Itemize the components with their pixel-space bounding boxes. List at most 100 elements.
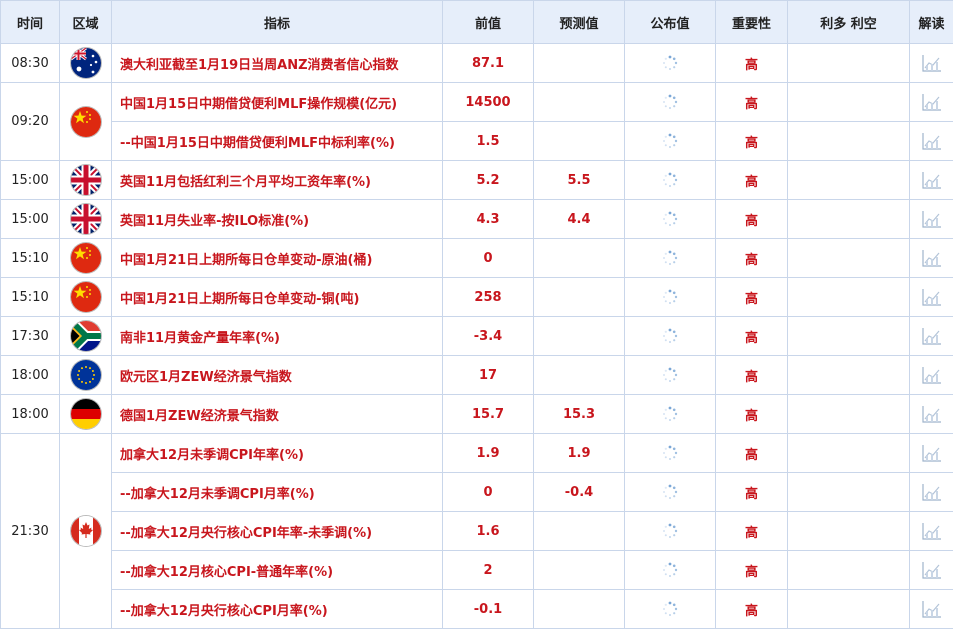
loading-spinner-icon — [662, 133, 678, 149]
chart-analysis-icon[interactable] — [922, 54, 942, 72]
analysis-cell[interactable] — [910, 590, 953, 629]
event-time: 15:10 — [1, 278, 60, 317]
event-time: 15:00 — [1, 200, 60, 239]
indicator-name[interactable]: 中国1月21日上期所每日仓单变动-原油(桶) — [112, 239, 443, 278]
analysis-cell[interactable] — [910, 551, 953, 590]
actual-value-cell — [625, 473, 716, 512]
indicator-name[interactable]: 中国1月15日中期借贷便利MLF操作规模(亿元) — [112, 83, 443, 122]
header-row: 时间 区域 指标 前值 预测值 公布值 重要性 利多 利空 解读 — [1, 1, 953, 44]
australia-flag-icon — [71, 48, 101, 78]
importance-level: 高 — [716, 551, 788, 590]
importance-level: 高 — [716, 161, 788, 200]
bull-bear-cell — [788, 317, 910, 356]
analysis-cell[interactable] — [910, 161, 953, 200]
chart-analysis-icon[interactable] — [922, 405, 942, 423]
analysis-cell[interactable] — [910, 83, 953, 122]
chart-analysis-icon[interactable] — [922, 483, 942, 501]
bull-bear-cell — [788, 83, 910, 122]
header-analysis: 解读 — [910, 1, 953, 44]
header-bull-bear: 利多 利空 — [788, 1, 910, 44]
chart-analysis-icon[interactable] — [922, 249, 942, 267]
table-row: 17:30南非11月黄金产量年率(%)-3.4高 — [1, 317, 953, 356]
previous-value: 0 — [443, 473, 534, 512]
header-time: 时间 — [1, 1, 60, 44]
importance-level: 高 — [716, 356, 788, 395]
loading-spinner-icon — [662, 445, 678, 461]
chart-analysis-icon[interactable] — [922, 561, 942, 579]
region-cell — [60, 83, 112, 161]
indicator-name[interactable]: 中国1月21日上期所每日仓单变动-铜(吨) — [112, 278, 443, 317]
forecast-value — [534, 83, 625, 122]
importance-level: 高 — [716, 434, 788, 473]
previous-value: 0 — [443, 239, 534, 278]
importance-level: 高 — [716, 512, 788, 551]
actual-value-cell — [625, 395, 716, 434]
loading-spinner-icon — [662, 484, 678, 500]
analysis-cell[interactable] — [910, 512, 953, 551]
forecast-value — [534, 590, 625, 629]
indicator-name[interactable]: --加拿大12月央行核心CPI年率-未季调(%) — [112, 512, 443, 551]
chart-analysis-icon[interactable] — [922, 132, 942, 150]
chart-analysis-icon[interactable] — [922, 366, 942, 384]
indicator-name[interactable]: 欧元区1月ZEW经济景气指数 — [112, 356, 443, 395]
previous-value: -3.4 — [443, 317, 534, 356]
table-row: 15:10中国1月21日上期所每日仓单变动-原油(桶)0高 — [1, 239, 953, 278]
analysis-cell[interactable] — [910, 317, 953, 356]
analysis-cell[interactable] — [910, 356, 953, 395]
forecast-value — [534, 239, 625, 278]
chart-analysis-icon[interactable] — [922, 171, 942, 189]
uk-flag-icon — [71, 165, 101, 195]
chart-analysis-icon[interactable] — [922, 444, 942, 462]
analysis-cell[interactable] — [910, 278, 953, 317]
region-cell — [60, 161, 112, 200]
forecast-value — [534, 512, 625, 551]
indicator-name[interactable]: --中国1月15日中期借贷便利MLF中标利率(%) — [112, 122, 443, 161]
analysis-cell[interactable] — [910, 395, 953, 434]
chart-analysis-icon[interactable] — [922, 210, 942, 228]
header-region: 区域 — [60, 1, 112, 44]
region-cell — [60, 395, 112, 434]
region-cell — [60, 278, 112, 317]
importance-level: 高 — [716, 317, 788, 356]
actual-value-cell — [625, 434, 716, 473]
event-time: 15:00 — [1, 161, 60, 200]
analysis-cell[interactable] — [910, 239, 953, 278]
analysis-cell[interactable] — [910, 473, 953, 512]
importance-level: 高 — [716, 122, 788, 161]
previous-value: 5.2 — [443, 161, 534, 200]
indicator-name[interactable]: --加拿大12月核心CPI-普通年率(%) — [112, 551, 443, 590]
analysis-cell[interactable] — [910, 44, 953, 83]
indicator-name[interactable]: 德国1月ZEW经济景气指数 — [112, 395, 443, 434]
chart-analysis-icon[interactable] — [922, 93, 942, 111]
china-flag-icon — [71, 243, 101, 273]
previous-value: 4.3 — [443, 200, 534, 239]
indicator-name[interactable]: --加拿大12月未季调CPI月率(%) — [112, 473, 443, 512]
region-cell — [60, 434, 112, 629]
importance-level: 高 — [716, 278, 788, 317]
bull-bear-cell — [788, 200, 910, 239]
table-row: 09:20中国1月15日中期借贷便利MLF操作规模(亿元)14500高 — [1, 83, 953, 122]
indicator-name[interactable]: 英国11月包括红利三个月平均工资年率(%) — [112, 161, 443, 200]
indicator-name[interactable]: 南非11月黄金产量年率(%) — [112, 317, 443, 356]
analysis-cell[interactable] — [910, 200, 953, 239]
indicator-name[interactable]: --加拿大12月央行核心CPI月率(%) — [112, 590, 443, 629]
indicator-name[interactable]: 英国11月失业率-按ILO标准(%) — [112, 200, 443, 239]
loading-spinner-icon — [662, 172, 678, 188]
bull-bear-cell — [788, 395, 910, 434]
forecast-value: 1.9 — [534, 434, 625, 473]
chart-analysis-icon[interactable] — [922, 327, 942, 345]
event-time: 18:00 — [1, 395, 60, 434]
bull-bear-cell — [788, 122, 910, 161]
chart-analysis-icon[interactable] — [922, 288, 942, 306]
china-flag-icon — [71, 107, 101, 137]
analysis-cell[interactable] — [910, 434, 953, 473]
analysis-cell[interactable] — [910, 122, 953, 161]
indicator-name[interactable]: 澳大利亚截至1月19日当周ANZ消费者信心指数 — [112, 44, 443, 83]
actual-value-cell — [625, 512, 716, 551]
region-cell — [60, 317, 112, 356]
chart-analysis-icon[interactable] — [922, 600, 942, 618]
indicator-name[interactable]: 加拿大12月未季调CPI年率(%) — [112, 434, 443, 473]
actual-value-cell — [625, 44, 716, 83]
chart-analysis-icon[interactable] — [922, 522, 942, 540]
loading-spinner-icon — [662, 211, 678, 227]
